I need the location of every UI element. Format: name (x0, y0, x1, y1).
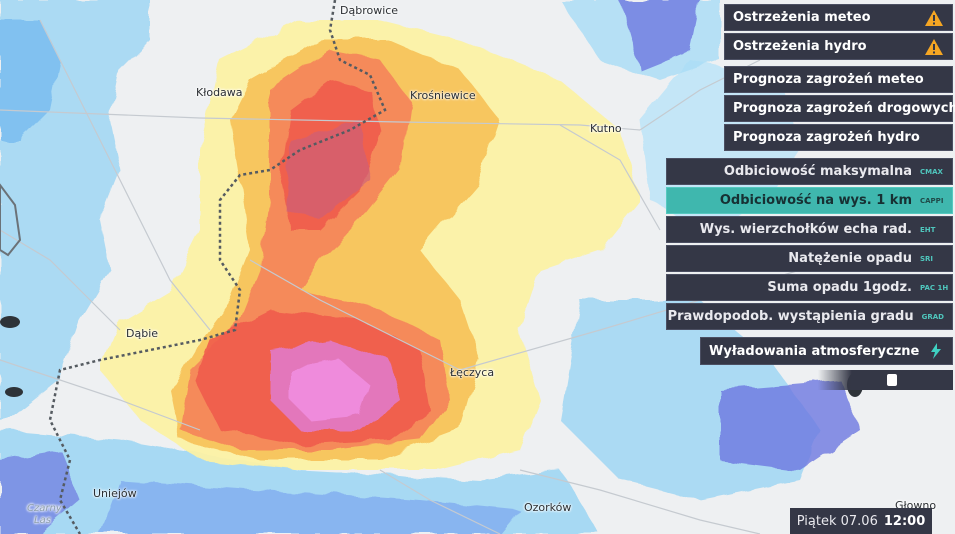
timestamp-time: 12:00 (883, 513, 926, 529)
radar-product-label: Natężenie opadu (788, 251, 912, 266)
radar-product-label: Odbiciowość maksymalna (723, 164, 912, 179)
meteo-warnings-label: Ostrzeżenia meteo (733, 10, 871, 25)
timestamp-badge: Piątek 07.06 12:00 (790, 508, 932, 534)
radar-product-code: SRI (920, 254, 934, 263)
warning-triangle-icon (925, 38, 943, 55)
map-label-ozorkow: Ozorków (524, 501, 572, 514)
map-label-dabrowice: Dąbrowice (340, 4, 399, 17)
map-label-czarny-las-line2: Las (34, 515, 51, 526)
radar-products-panel: Odbiciowość maksymalna CMAX Odbiciowość … (666, 158, 953, 332)
map-label-leczyca: Łęczyca (450, 366, 495, 379)
forecast-meteo-button[interactable]: Prognoza zagrożeń meteo (724, 66, 953, 93)
forecast-road-label: Prognoza zagrożeń drogowych (733, 101, 955, 116)
meteo-warnings-button[interactable]: Ostrzeżenia meteo (724, 4, 953, 31)
radar-product-label: Wys. wierzchołków echa rad. (699, 222, 912, 237)
radar-product-code: CAPPI (920, 196, 944, 205)
forecast-hydro-label: Prognoza zagrożeń hydro (733, 130, 920, 145)
radar-product-code: CMAX (920, 167, 943, 176)
hydro-warnings-label: Ostrzeżenia hydro (733, 39, 867, 54)
radar-product-label: Odbiciowość na wys. 1 km (719, 193, 912, 208)
radar-product-pac1h-button[interactable]: Suma opadu 1godz. PAC 1H (666, 274, 953, 301)
lightning-label: Wyładowania atmosferyczne (709, 343, 920, 359)
opacity-slider[interactable] (818, 370, 953, 390)
timestamp-date: Piątek 07.06 (796, 513, 878, 529)
radar-product-code: GRAD (921, 312, 944, 321)
radar-product-code: PAC 1H (920, 283, 949, 292)
forecasts-panel: Prognoza zagrożeń meteo Prognoza zagroże… (724, 66, 955, 153)
map-label-czarny-las: Czarny (27, 503, 62, 514)
radar-product-sri-button[interactable]: Natężenie opadu SRI (666, 245, 953, 272)
radar-product-label: Prawdopodob. wystąpienia gradu (667, 309, 914, 324)
map-label-dabie: Dąbie (126, 327, 159, 340)
map-label-kutno: Kutno (590, 122, 622, 135)
map-label-uniejow: Uniejów (93, 487, 137, 500)
forecast-road-button[interactable]: Prognoza zagrożeń drogowych (724, 95, 955, 122)
opacity-slider-handle[interactable] (887, 374, 897, 386)
lightning-toggle-button[interactable]: Wyładowania atmosferyczne (700, 337, 953, 365)
radar-product-grad-button[interactable]: Prawdopodob. wystąpienia gradu GRAD (666, 303, 953, 330)
warnings-panel: Ostrzeżenia meteo Ostrzeżenia hydro (724, 4, 953, 62)
radar-product-cmax-button[interactable]: Odbiciowość maksymalna CMAX (666, 158, 953, 185)
radar-product-cappi-button[interactable]: Odbiciowość na wys. 1 km CAPPI (666, 187, 953, 214)
hydro-warnings-button[interactable]: Ostrzeżenia hydro (724, 33, 953, 60)
forecast-hydro-button[interactable]: Prognoza zagrożeń hydro (724, 124, 953, 151)
map-label-krosniewice: Krośniewice (410, 89, 476, 102)
radar-product-label: Suma opadu 1godz. (767, 280, 912, 295)
map-label-klodawa: Kłodawa (196, 86, 243, 99)
radar-product-code: EHT (920, 225, 936, 234)
lightning-bolt-icon (931, 343, 941, 359)
warning-triangle-icon (925, 9, 943, 26)
forecast-meteo-label: Prognoza zagrożeń meteo (733, 72, 924, 87)
radar-product-eht-button[interactable]: Wys. wierzchołków echa rad. EHT (666, 216, 953, 243)
